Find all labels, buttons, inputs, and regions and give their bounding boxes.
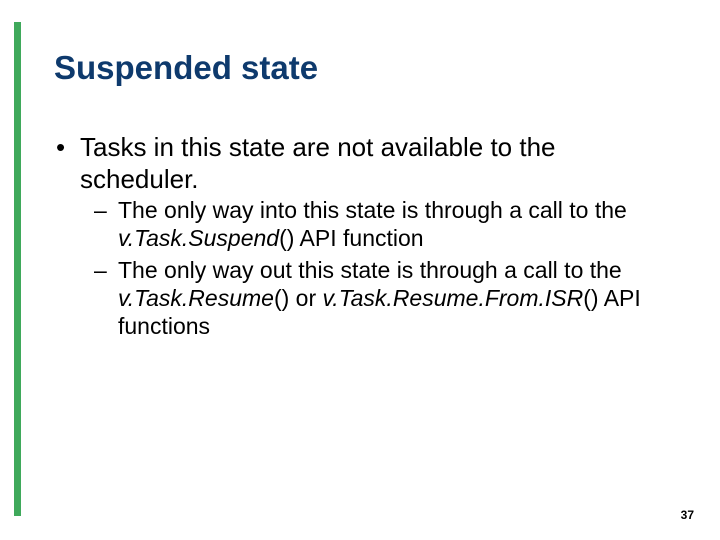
api-name: v.Task.Resume: [118, 285, 274, 311]
api-name: v.Task.Resume.From.ISR: [323, 285, 584, 311]
sub-bullet-item: The only way out this state is through a…: [92, 256, 672, 340]
api-name: v.Task.Suspend: [118, 225, 279, 251]
sub-text: The only way into this state is through …: [118, 197, 627, 223]
page-number: 37: [681, 508, 694, 522]
sub-text: () API function: [279, 225, 423, 251]
bullet-list: Tasks in this state are not available to…: [54, 132, 672, 340]
sub-text: () or: [274, 285, 323, 311]
bullet-item: Tasks in this state are not available to…: [54, 132, 672, 340]
sub-bullet-item: The only way into this state is through …: [92, 196, 672, 252]
sub-bullet-list: The only way into this state is through …: [80, 196, 672, 340]
bullet-text: Tasks in this state are not available to…: [80, 132, 556, 194]
sub-text: The only way out this state is through a…: [118, 257, 622, 283]
slide-title: Suspended state: [54, 50, 672, 86]
slide-container: Suspended state Tasks in this state are …: [0, 0, 720, 540]
